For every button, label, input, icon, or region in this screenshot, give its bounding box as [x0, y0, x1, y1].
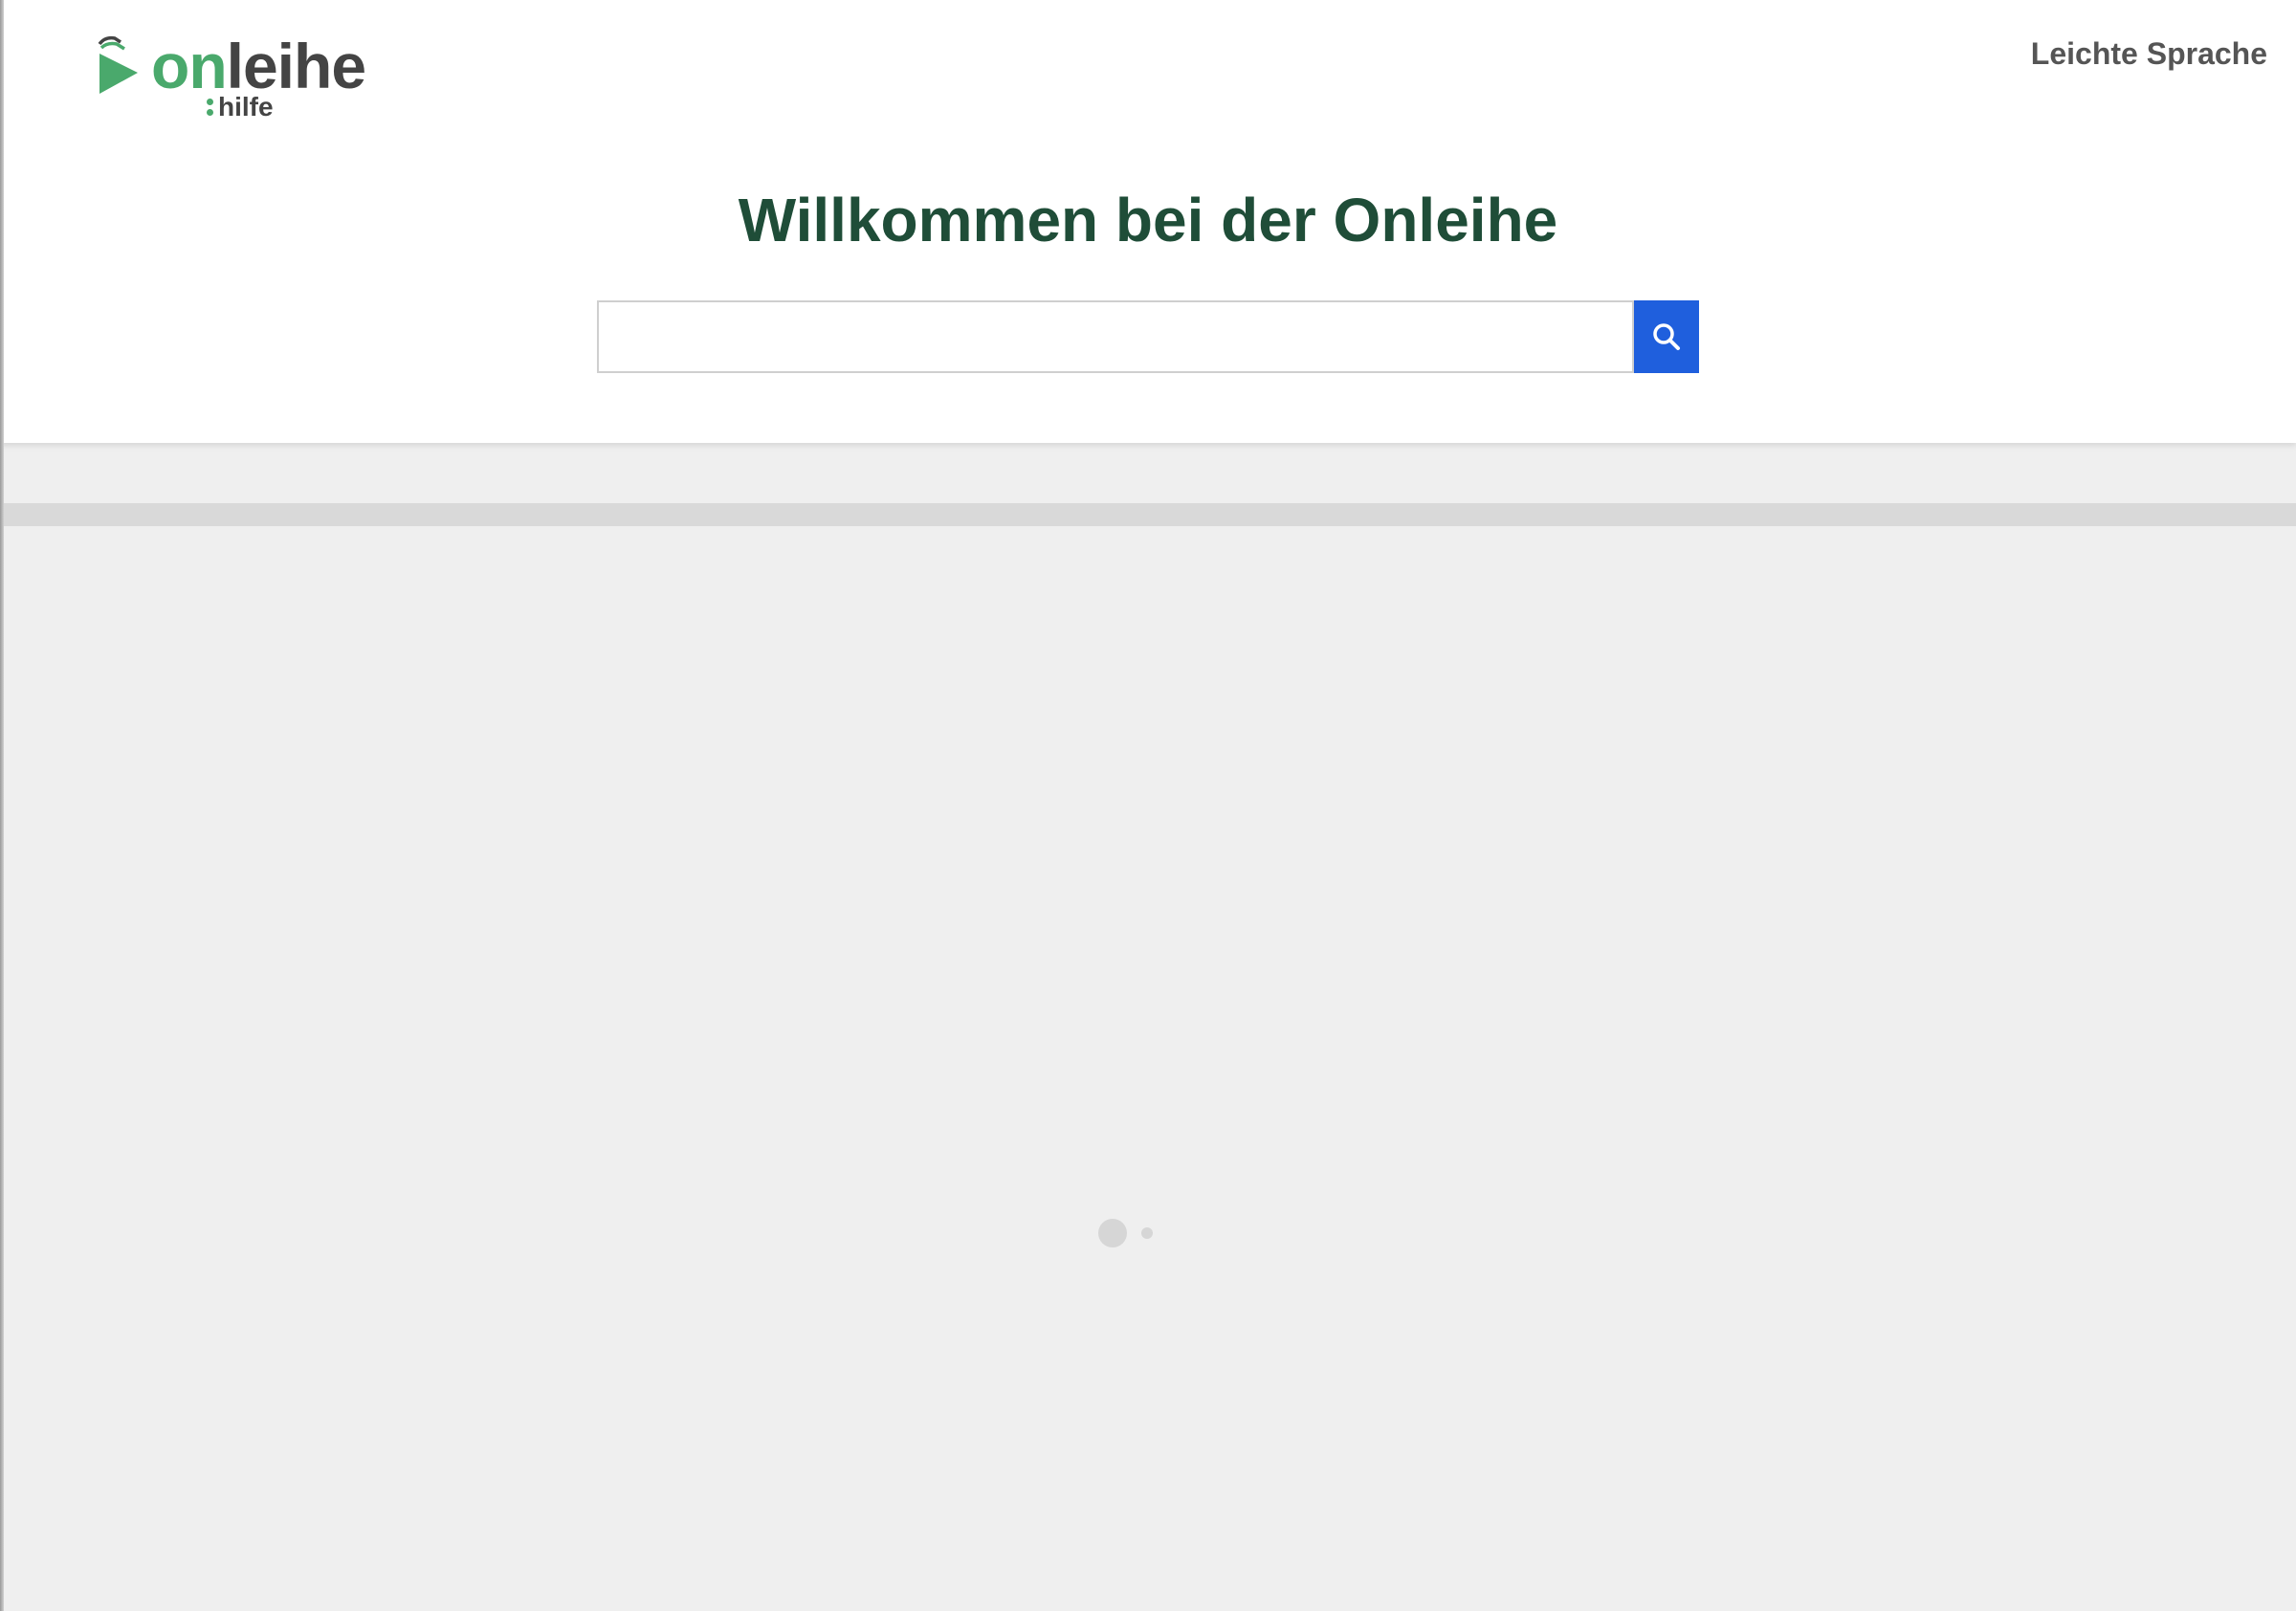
search-button[interactable]	[1634, 300, 1699, 373]
logo-dots-icon	[207, 99, 213, 116]
page-title: Willkommen bei der Onleihe	[738, 186, 1558, 254]
loading-dots-icon	[1098, 1217, 1156, 1249]
play-book-icon	[98, 35, 138, 94]
logo-subtitle-text: hilfe	[218, 92, 274, 121]
search-form	[597, 300, 1699, 373]
loader-dot	[1098, 1219, 1127, 1247]
logo-wordmark: onleihe	[151, 31, 366, 101]
page-header: onleihe hilfe Leichte Sprache Willkommen…	[0, 0, 2296, 443]
easy-language-link[interactable]: Leichte Sprache	[2031, 36, 2267, 72]
window-left-edge	[0, 0, 4, 1611]
onleihe-hilfe-logo[interactable]: onleihe hilfe	[96, 34, 366, 125]
search-icon	[1653, 323, 1680, 350]
loader-dot	[1141, 1227, 1153, 1239]
content-divider-band	[0, 503, 2296, 526]
logo-subtitle: hilfe	[207, 94, 274, 121]
search-input[interactable]	[597, 300, 1634, 373]
